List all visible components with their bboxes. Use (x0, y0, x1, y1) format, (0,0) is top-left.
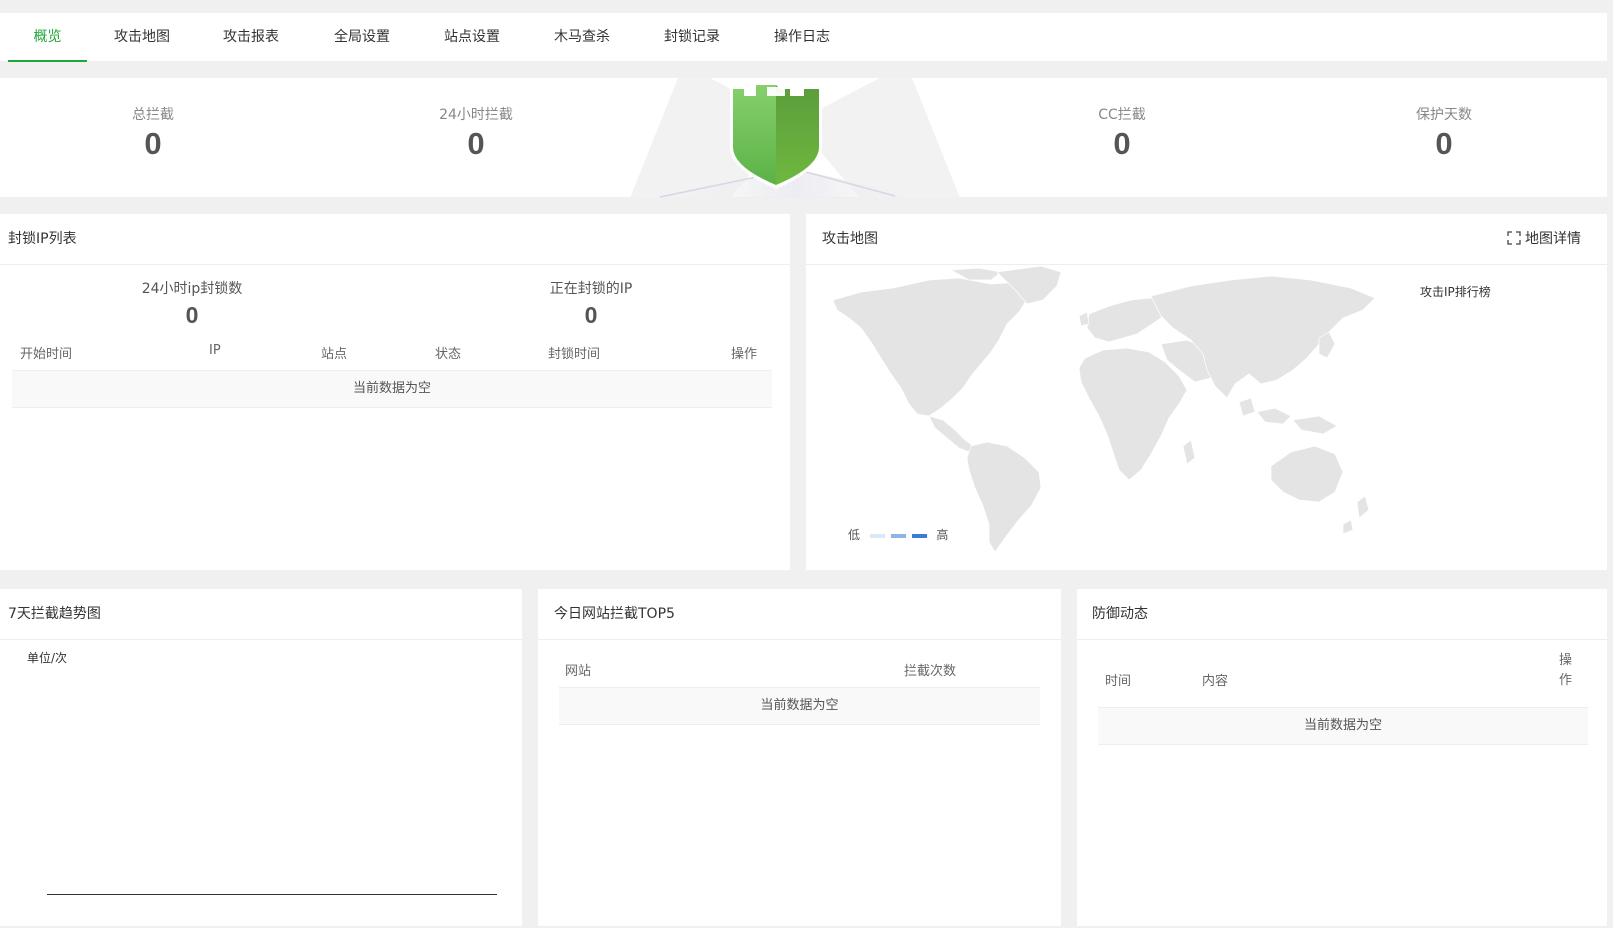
column-defense-action: 操作 (1559, 653, 1573, 688)
trend-x-axis (47, 894, 497, 895)
stat-24h-value: 0 (467, 126, 485, 161)
blocked-24h-stat: 24小时ip封锁数 0 (92, 278, 292, 329)
tab-overview[interactable]: 概览 (8, 13, 87, 62)
defense-panel: 防御动态 时间 内容 操作 当前数据为空 (1077, 589, 1607, 926)
world-map (832, 266, 1376, 553)
defense-empty-row: 当前数据为空 (1098, 707, 1588, 745)
map-legend: 低 高 (848, 526, 948, 543)
blocked-ip-panel: 封锁IP列表 24小时ip封锁数 0 正在封锁的IP 0 开始时间 IP 站点 … (0, 214, 790, 570)
stat-total-label: 总拦截 (132, 107, 174, 123)
stat-cc-label: CC拦截 (1098, 107, 1146, 123)
column-site: 站点 (321, 347, 348, 362)
column-time: 时间 (1105, 674, 1132, 689)
column-block-count: 拦截次数 (904, 664, 957, 679)
legend-high-swatch (911, 533, 927, 538)
top5-empty-row: 当前数据为空 (559, 687, 1040, 725)
blocked-24h-value: 0 (185, 302, 199, 328)
defense-title: 防御动态 (1077, 589, 1607, 640)
top5-panel: 今日网站拦截TOP5 网站 拦截次数 当前数据为空 (538, 589, 1061, 926)
tab-trojan-scan[interactable]: 木马查杀 (546, 13, 618, 61)
legend-low-swatch (869, 533, 885, 538)
stat-total-value: 0 (144, 126, 162, 161)
blocked-current-stat: 正在封锁的IP 0 (491, 278, 691, 329)
shield-icon (630, 77, 960, 198)
column-block-time: 封锁时间 (548, 347, 601, 362)
nav-tabs: 概览 攻击地图 攻击报表 全局设置 站点设置 木马查杀 封锁记录 操作日志 (0, 13, 1607, 62)
tab-block-records[interactable]: 封锁记录 (656, 13, 728, 61)
tab-global-settings[interactable]: 全局设置 (326, 13, 398, 61)
tab-attack-report[interactable]: 攻击报表 (215, 13, 287, 61)
column-content: 内容 (1202, 674, 1229, 689)
stat-days-label: 保护天数 (1416, 107, 1472, 123)
column-action: 操作 (731, 347, 758, 362)
blocked-current-value: 0 (584, 302, 598, 328)
stat-24h: 24小时拦截 0 (376, 104, 576, 162)
top5-title: 今日网站拦截TOP5 (538, 589, 1061, 640)
tab-attack-map[interactable]: 攻击地图 (106, 13, 178, 61)
trend-unit-label: 单位/次 (27, 651, 68, 665)
stat-days: 保护天数 0 (1344, 104, 1544, 162)
legend-high-label: 高 (936, 528, 949, 542)
stats-panel: 总拦截 0 24小时拦截 0 CC拦截 0 保护天数 0 (0, 77, 1607, 198)
trend-panel: 7天拦截趋势图 单位/次 (0, 589, 522, 926)
attack-map-panel: 攻击地图 地图详情 攻击IP排行榜 低 高 (806, 214, 1607, 570)
stat-cc: CC拦截 0 (1022, 104, 1222, 162)
attack-ip-ranking-title: 攻击IP排行榜 (1420, 285, 1491, 299)
column-ip: IP (209, 343, 221, 358)
stat-total: 总拦截 0 (53, 104, 253, 162)
tab-site-settings[interactable]: 站点设置 (436, 13, 508, 61)
tab-operation-log[interactable]: 操作日志 (766, 13, 838, 61)
fullscreen-icon (1506, 216, 1521, 245)
map-detail-button[interactable]: 地图详情 (1506, 214, 1581, 265)
column-status: 状态 (435, 347, 462, 362)
stat-days-value: 0 (1435, 126, 1453, 161)
blocked-ip-title: 封锁IP列表 (0, 214, 790, 265)
blocked-current-label: 正在封锁的IP (549, 281, 633, 297)
trend-title: 7天拦截趋势图 (0, 589, 522, 640)
stat-24h-label: 24小时拦截 (439, 107, 513, 123)
attack-map-title-text: 攻击地图 (822, 231, 878, 247)
column-start-time: 开始时间 (20, 347, 73, 362)
blocked-24h-label: 24小时ip封锁数 (141, 281, 243, 297)
stat-cc-value: 0 (1113, 126, 1131, 161)
map-detail-label: 地图详情 (1525, 231, 1581, 247)
legend-mid-swatch (890, 533, 906, 538)
blocked-empty-row: 当前数据为空 (12, 370, 772, 408)
attack-map-title: 攻击地图 地图详情 (806, 214, 1607, 265)
legend-low-label: 低 (848, 528, 861, 542)
column-website: 网站 (565, 664, 592, 679)
